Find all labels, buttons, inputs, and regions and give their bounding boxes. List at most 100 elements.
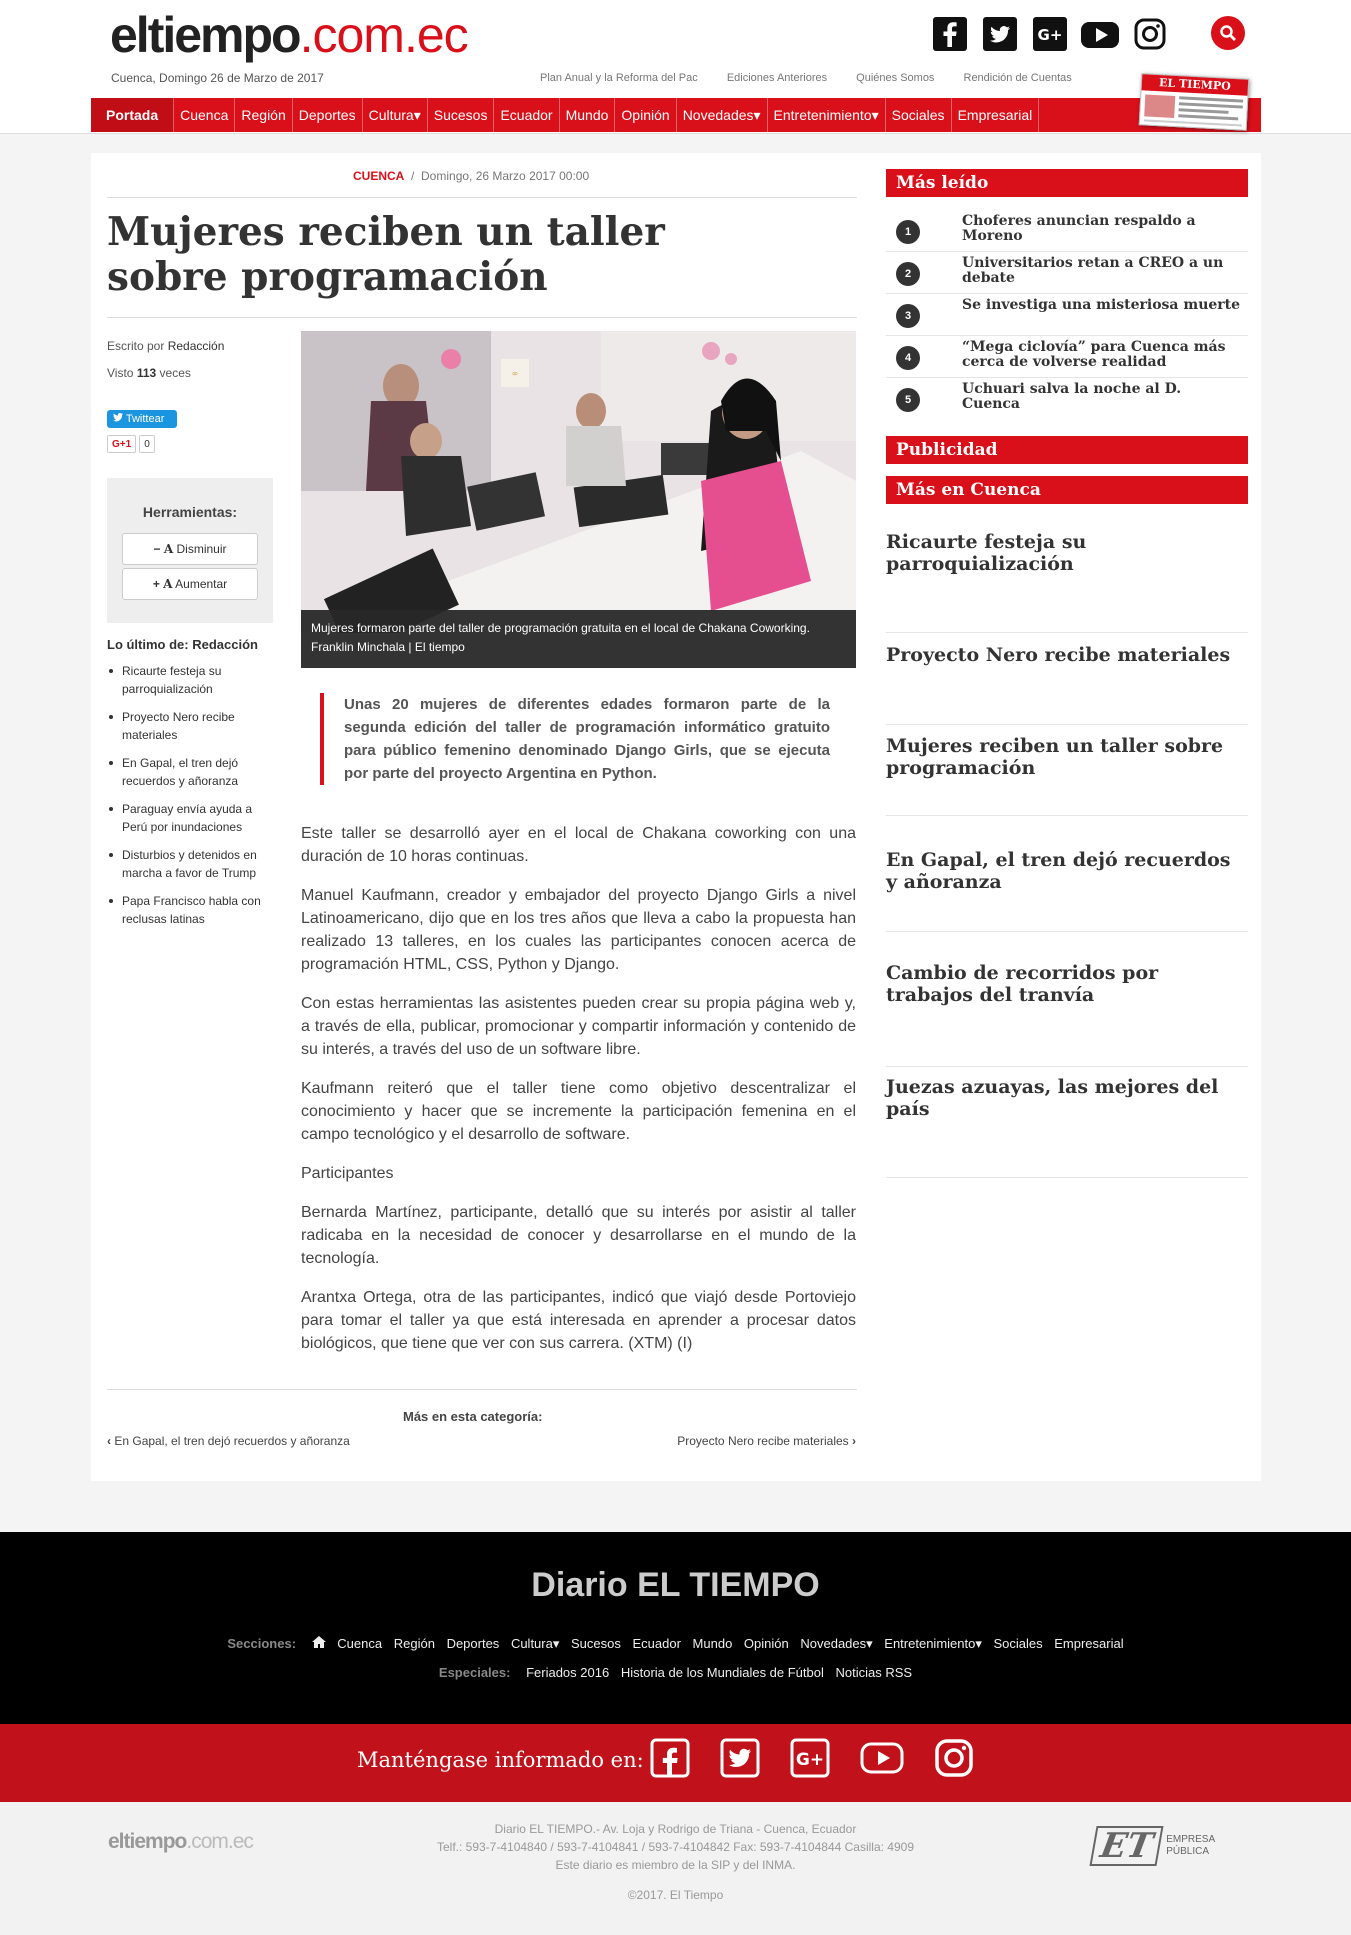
article-paragraph: Este taller se desarrolló ayer en el loc… (301, 825, 856, 865)
footer-special-link[interactable]: Noticias RSS (836, 1665, 913, 1680)
nav-cultura[interactable]: Cultura▾ (363, 98, 428, 132)
footer-link[interactable]: Sucesos (571, 1636, 621, 1651)
font-a-icon: A (163, 542, 174, 556)
mas-leido-title: Uchuari salva la noche al D. Cuenca (962, 381, 1182, 412)
author-name[interactable]: Redacción (168, 339, 225, 353)
divider (886, 1066, 1248, 1067)
prev-article-link[interactable]: ‹ En Gapal, el tren dejó recuerdos y año… (107, 1434, 350, 1448)
footer-special-link[interactable]: Historia de los Mundiales de Fútbol (621, 1665, 824, 1680)
nav-sucesos[interactable]: Sucesos (428, 98, 495, 132)
top-links: Plan Anual y la Reforma del Pac Edicione… (540, 72, 1098, 84)
prev-article-title: En Gapal, el tren dejó recuerdos y añora… (114, 1434, 350, 1448)
site-logo[interactable]: eltiempo.com.ec (110, 6, 469, 64)
footer-link[interactable]: Empresarial (1054, 1636, 1123, 1651)
footer-link[interactable]: Mundo (693, 1636, 733, 1651)
nav-ecuador[interactable]: Ecuador (494, 98, 560, 132)
latest-item[interactable]: Proyecto Nero recibe materiales (107, 708, 277, 744)
twitter-icon[interactable] (720, 1738, 760, 1778)
search-button[interactable] (1211, 16, 1245, 50)
twitter-icon[interactable] (980, 14, 1020, 54)
nav-sociales[interactable]: Sociales (886, 98, 952, 132)
mas-leido-item[interactable]: 1 Choferes anuncian respaldo a Moreno (886, 210, 1248, 252)
footer-link[interactable]: Opinión (744, 1636, 789, 1651)
footer-link[interactable]: Entretenimiento▾ (884, 1636, 982, 1651)
mas-en-cuenca-item[interactable]: Mujeres reciben un taller sobre programa… (886, 735, 1248, 779)
divider (107, 317, 857, 318)
nav-cuenca[interactable]: Cuenca (174, 98, 236, 132)
tweet-button[interactable]: Twittear (107, 410, 177, 428)
latest-item[interactable]: En Gapal, el tren dejó recuerdos y añora… (107, 754, 277, 790)
mas-leido-title: Se investiga una misteriosa muerte (962, 297, 1241, 313)
next-article-link[interactable]: Proyecto Nero recibe materiales › (677, 1434, 856, 1448)
mas-leido-item[interactable]: 2 Universitarios retan a CREO a un debate (886, 252, 1248, 294)
mas-leido-item[interactable]: 4 “Mega ciclovía” para Cuenca más cerca d… (886, 336, 1248, 378)
minus-icon: − (153, 542, 161, 556)
stay-informed-label: Manténgase informado en: (357, 1748, 644, 1772)
nav-deportes[interactable]: Deportes (293, 98, 363, 132)
nav-empresarial[interactable]: Empresarial (952, 98, 1040, 132)
mas-leido-title: “Mega ciclovía” para Cuenca más cerca de… (962, 339, 1226, 370)
footer-special-link[interactable]: Feriados 2016 (526, 1665, 609, 1680)
facebook-icon[interactable] (650, 1738, 690, 1778)
photo-illustration: ∞ (301, 331, 856, 633)
divider (886, 815, 1248, 816)
nav-region[interactable]: Región (235, 98, 293, 132)
youtube-icon[interactable] (860, 1738, 904, 1778)
top-link-ediciones[interactable]: Ediciones Anteriores (727, 72, 827, 84)
footer-link[interactable]: Sociales (993, 1636, 1042, 1651)
footer-link[interactable]: Ecuador (633, 1636, 681, 1651)
mas-en-cuenca-item[interactable]: Ricaurte festeja su parroquialización (886, 531, 1248, 575)
rank-badge: 3 (896, 304, 920, 328)
decrease-label: Disminuir (176, 542, 227, 556)
latest-item[interactable]: Papa Francisco habla con reclusas latina… (107, 892, 277, 928)
latest-item[interactable]: Paraguay envía ayuda a Perú por inundaci… (107, 800, 277, 836)
youtube-icon[interactable] (1080, 14, 1120, 54)
home-icon[interactable] (311, 1636, 326, 1651)
newspaper-columns (1143, 94, 1244, 127)
mas-leido-item[interactable]: 5 Uchuari salva la noche al D. Cuenca (886, 378, 1248, 420)
google-plus-icon[interactable]: G+ (1030, 14, 1070, 54)
footer-link[interactable]: Novedades▾ (800, 1636, 872, 1651)
chevron-right-icon: › (852, 1434, 856, 1448)
mas-leido-item[interactable]: 3 Se investiga una misteriosa muerte (886, 294, 1248, 336)
svg-text:G+: G+ (1038, 26, 1063, 44)
rank-badge: 2 (896, 262, 920, 286)
instagram-icon[interactable] (1130, 14, 1170, 54)
mas-leido-title: Universitarios retan a CREO a un debate (962, 255, 1224, 286)
gplus-button[interactable]: G+1 (107, 435, 137, 453)
nav-entretenimiento[interactable]: Entretenimiento▾ (768, 98, 886, 132)
footer-link[interactable]: Región (394, 1636, 435, 1651)
latest-item[interactable]: Disturbios y detenidos en marcha a favor… (107, 846, 277, 882)
latest-item[interactable]: Ricaurte festeja su parroquialización (107, 662, 277, 698)
mas-leido-header: Más leído (886, 169, 1248, 197)
mas-en-cuenca-item[interactable]: Juezas azuayas, las mejores del país (886, 1076, 1248, 1120)
newspaper-edition-image[interactable]: EL TIEMPO (1138, 73, 1250, 131)
google-plus-icon[interactable]: G+ (790, 1738, 830, 1778)
top-link-plan-anual[interactable]: Plan Anual y la Reforma del Pac (540, 72, 698, 84)
nav-portada[interactable]: Portada (91, 98, 175, 132)
article-paragraph: Kaufmann reiteró que el taller tiene com… (301, 1080, 856, 1143)
increase-font-button[interactable]: + A Aumentar (122, 568, 258, 600)
divider (886, 931, 1248, 932)
decrease-font-button[interactable]: − A Disminuir (122, 533, 258, 565)
footer-nav: Diario EL TIEMPO Secciones: Cuenca Regió… (0, 1532, 1351, 1724)
mas-en-cuenca-item[interactable]: Cambio de recorridos por trabajos del tr… (886, 962, 1248, 1006)
footer-social-bar: Manténgase informado en: G+ (0, 1724, 1351, 1802)
mas-en-cuenca-item[interactable]: Proyecto Nero recibe materiales (886, 644, 1248, 666)
footer-link[interactable]: Cuenca (337, 1636, 382, 1651)
footer-link[interactable]: Deportes (447, 1636, 500, 1651)
nav-opinion[interactable]: Opinión (615, 98, 677, 132)
top-link-rendicion[interactable]: Rendición de Cuentas (964, 72, 1072, 84)
facebook-icon[interactable] (930, 14, 970, 54)
mas-en-cuenca-item[interactable]: En Gapal, el tren dejó recuerdos y añora… (886, 849, 1248, 893)
more-in-category-label: Más en esta categoría: (403, 1409, 543, 1424)
top-link-quienes-somos[interactable]: Quiénes Somos (856, 72, 934, 84)
footer-sections: Secciones: Cuenca Región Deportes Cultur… (0, 1636, 1351, 1652)
breadcrumb-category[interactable]: CUENCA (353, 169, 404, 183)
google-plus-share[interactable]: G+1 0 (107, 435, 155, 453)
photo-caption: Mujeres formaron parte del taller de pro… (301, 610, 856, 668)
nav-novedades[interactable]: Novedades▾ (677, 98, 768, 132)
nav-mundo[interactable]: Mundo (560, 98, 616, 132)
instagram-icon[interactable] (934, 1738, 974, 1778)
footer-link[interactable]: Cultura▾ (511, 1636, 559, 1651)
